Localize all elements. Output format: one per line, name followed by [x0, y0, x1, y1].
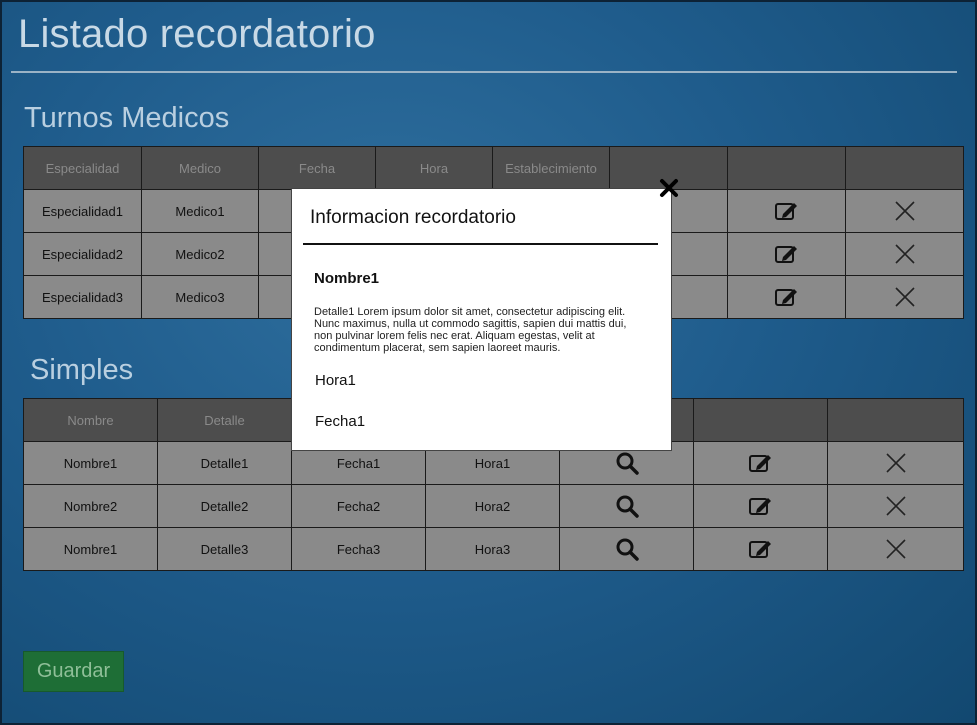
modal-fecha: Fecha1	[315, 413, 366, 430]
edit-button[interactable]	[693, 484, 828, 528]
view-button[interactable]	[559, 527, 694, 571]
page-title: Listado recordatorio	[18, 12, 376, 56]
delete-button[interactable]	[827, 441, 964, 485]
column-header-delete	[827, 398, 964, 442]
close-icon	[894, 201, 915, 221]
edit-icon	[774, 246, 797, 263]
edit-button[interactable]	[727, 189, 846, 233]
edit-icon	[748, 498, 771, 515]
column-header: Establecimiento	[492, 146, 610, 190]
cell-fecha: Fecha2	[291, 484, 426, 528]
cell-especialidad: Especialidad2	[23, 232, 142, 276]
modal-name: Nombre1	[314, 270, 380, 287]
delete-button[interactable]	[845, 232, 964, 276]
column-header: Nombre	[23, 398, 158, 442]
modal-divider	[303, 243, 658, 245]
search-icon	[616, 495, 639, 518]
delete-button[interactable]	[827, 527, 964, 571]
delete-button[interactable]	[827, 484, 964, 528]
edit-icon	[774, 203, 797, 220]
table-row: Nombre2 Detalle2 Fecha2 Hora2	[23, 484, 964, 528]
cell-fecha: Fecha3	[291, 527, 426, 571]
edit-icon	[774, 289, 797, 306]
cell-hora: Hora2	[425, 484, 560, 528]
cell-nombre: Nombre2	[23, 484, 158, 528]
cell-medico: Medico3	[141, 275, 259, 319]
section-title-turnos: Turnos Medicos	[24, 102, 230, 134]
modal-detail: Detalle1 Lorem ipsum dolor sit amet, con…	[314, 306, 627, 354]
reminder-info-modal: Informacion recordatorio Nombre1 Detalle…	[291, 188, 672, 451]
edit-button[interactable]	[693, 441, 828, 485]
edit-icon	[748, 541, 771, 558]
column-header: Detalle	[157, 398, 292, 442]
modal-hora: Hora1	[315, 372, 356, 389]
column-header-edit	[693, 398, 828, 442]
cell-detalle: Detalle2	[157, 484, 292, 528]
cell-hora: Hora3	[425, 527, 560, 571]
cell-medico: Medico1	[141, 189, 259, 233]
edit-button[interactable]	[693, 527, 828, 571]
cell-detalle: Detalle3	[157, 527, 292, 571]
column-header-delete	[845, 146, 964, 190]
save-button[interactable]: Guardar	[23, 651, 124, 692]
close-icon	[885, 453, 906, 473]
column-header: Especialidad	[23, 146, 142, 190]
table-row: Nombre1 Detalle3 Fecha3 Hora3	[23, 527, 964, 571]
table-header-row: Especialidad Medico Fecha Hora Estableci…	[23, 146, 964, 190]
edit-button[interactable]	[727, 232, 846, 276]
section-title-simples: Simples	[30, 354, 134, 386]
cell-especialidad: Especialidad3	[23, 275, 142, 319]
search-icon	[616, 452, 639, 475]
cell-detalle: Detalle1	[157, 441, 292, 485]
column-header-edit	[727, 146, 846, 190]
modal-title: Informacion recordatorio	[310, 207, 516, 228]
edit-button[interactable]	[727, 275, 846, 319]
close-icon	[894, 244, 915, 264]
close-icon	[660, 179, 678, 197]
close-icon	[894, 287, 915, 307]
close-icon	[885, 539, 906, 559]
modal-close-button[interactable]	[658, 177, 680, 199]
cell-medico: Medico2	[141, 232, 259, 276]
column-header: Medico	[141, 146, 259, 190]
app-window: Listado recordatorio Turnos Medicos Espe…	[0, 0, 977, 725]
close-icon	[885, 496, 906, 516]
column-header: Hora	[375, 146, 493, 190]
delete-button[interactable]	[845, 275, 964, 319]
delete-button[interactable]	[845, 189, 964, 233]
title-divider	[11, 71, 957, 73]
cell-nombre: Nombre1	[23, 441, 158, 485]
cell-especialidad: Especialidad1	[23, 189, 142, 233]
view-button[interactable]	[559, 484, 694, 528]
edit-icon	[748, 455, 771, 472]
column-header: Fecha	[258, 146, 376, 190]
cell-nombre: Nombre1	[23, 527, 158, 571]
search-icon	[616, 538, 639, 561]
